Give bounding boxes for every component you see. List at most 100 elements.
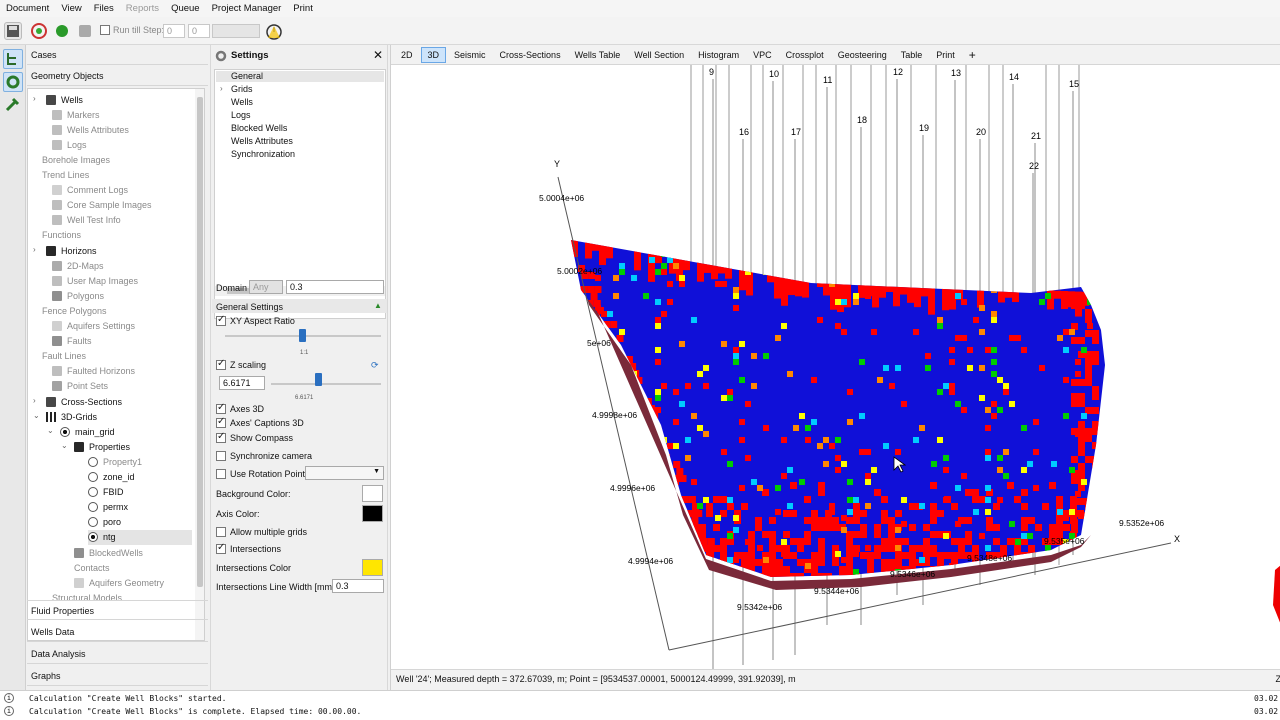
intersections-color-swatch[interactable] bbox=[362, 559, 383, 576]
run-till-step-checkbox[interactable] bbox=[100, 25, 110, 35]
general-settings-header[interactable]: General Settings ▲ bbox=[212, 299, 387, 313]
axes-3d-checkbox[interactable] bbox=[216, 402, 226, 414]
xy-aspect-checkbox[interactable] bbox=[216, 314, 226, 326]
tree-item-markers[interactable]: Markers bbox=[52, 107, 100, 122]
rotation-point-checkbox[interactable] bbox=[216, 469, 226, 479]
tree-view-icon[interactable] bbox=[3, 49, 23, 69]
tree-item-fault-lines[interactable]: Fault Lines bbox=[42, 349, 86, 364]
settings-tree-wells-attributes[interactable]: Wells Attributes bbox=[231, 136, 293, 146]
tree-item-fbid[interactable]: FBID bbox=[88, 485, 124, 500]
tree-item-3d-grids[interactable]: 3D-Grids bbox=[46, 409, 97, 424]
domain-select[interactable]: Any bbox=[249, 280, 283, 294]
tree-item-functions[interactable]: Functions bbox=[42, 228, 81, 243]
tree-item-borehole-images[interactable]: Borehole Images bbox=[42, 152, 110, 167]
settings-tree-general[interactable]: General bbox=[231, 71, 263, 81]
tree-item-property1[interactable]: Property1 bbox=[88, 454, 142, 469]
intersections-row[interactable]: Intersections bbox=[216, 542, 281, 554]
chevron-right-icon[interactable]: › bbox=[33, 94, 41, 103]
gear-icon[interactable] bbox=[3, 72, 23, 92]
axes-captions-checkbox[interactable] bbox=[216, 416, 226, 428]
tree-item-properties[interactable]: Properties bbox=[74, 439, 130, 454]
step-spin-1[interactable]: 0 bbox=[163, 24, 185, 38]
tree-item-wells[interactable]: Wells bbox=[46, 92, 83, 107]
tab-histogram[interactable]: Histogram bbox=[692, 48, 745, 62]
tree-item-polygons[interactable]: Polygons bbox=[52, 288, 104, 303]
add-tab-button[interactable]: + bbox=[963, 46, 982, 64]
tree-item-well-test-info[interactable]: Well Test Info bbox=[52, 213, 121, 228]
z-scaling-input[interactable]: 6.6171 bbox=[219, 376, 265, 390]
tree-item-wells-attributes[interactable]: Wells Attributes bbox=[52, 122, 129, 137]
tree-item-faulted-horizons[interactable]: Faulted Horizons bbox=[52, 364, 135, 379]
menu-print[interactable]: Print bbox=[287, 3, 319, 14]
tab-wells-table[interactable]: Wells Table bbox=[569, 48, 627, 62]
tab-vpc[interactable]: VPC bbox=[747, 48, 778, 62]
menu-reports[interactable]: Reports bbox=[120, 3, 165, 14]
refresh-icon[interactable]: ⟳ bbox=[371, 360, 379, 371]
tree-scrollbar-thumb[interactable] bbox=[197, 97, 203, 587]
tab-cross-sections[interactable]: Cross-Sections bbox=[494, 48, 567, 62]
tree-item-user-map-images[interactable]: User Map Images bbox=[52, 273, 138, 288]
z-scaling-slider-track[interactable] bbox=[271, 383, 381, 385]
sync-camera-checkbox[interactable] bbox=[216, 451, 226, 461]
hammer-icon[interactable] bbox=[3, 95, 23, 115]
axes-3d-row[interactable]: Axes 3D bbox=[216, 402, 264, 414]
axis-color-swatch[interactable] bbox=[362, 505, 383, 522]
section-data-analysis[interactable]: Data Analysis bbox=[27, 644, 208, 664]
tree-item-2d-maps[interactable]: 2D-Maps bbox=[52, 258, 104, 273]
tab-3d[interactable]: 3D bbox=[420, 46, 447, 63]
menu-document[interactable]: Document bbox=[0, 3, 55, 14]
tree-item-main-grid[interactable]: main_grid bbox=[60, 424, 115, 439]
run-till-step[interactable]: Run till Step: bbox=[100, 25, 164, 35]
xy-aspect-slider-handle[interactable] bbox=[299, 329, 306, 342]
tree-item-aquifers-settings[interactable]: Aquifers Settings bbox=[52, 319, 135, 334]
section-wells-data[interactable]: Wells Data bbox=[27, 622, 208, 642]
rotation-point-row[interactable]: Use Rotation Point bbox=[216, 469, 305, 479]
tab-geosteering[interactable]: Geosteering bbox=[832, 48, 893, 62]
section-fluid-properties[interactable]: Fluid Properties bbox=[27, 600, 208, 620]
tab-well-section[interactable]: Well Section bbox=[628, 48, 690, 62]
settings-tree-wells[interactable]: Wells bbox=[231, 97, 253, 107]
tree-item-faults[interactable]: Faults bbox=[52, 334, 92, 349]
chevron-down-icon[interactable]: ⌄ bbox=[61, 441, 69, 450]
show-compass-checkbox[interactable] bbox=[216, 431, 226, 443]
tree-item-ntg[interactable]: ntg bbox=[88, 529, 192, 545]
tree-item-trend-lines[interactable]: Trend Lines bbox=[42, 168, 89, 183]
chevron-down-icon[interactable]: ⌄ bbox=[47, 426, 55, 435]
allow-multiple-row[interactable]: Allow multiple grids bbox=[216, 527, 307, 537]
chevron-down-icon[interactable]: ⌄ bbox=[33, 411, 41, 420]
background-color-swatch[interactable] bbox=[362, 485, 383, 502]
intersections-width-input[interactable]: 0.3 bbox=[332, 579, 384, 593]
allow-multiple-checkbox[interactable] bbox=[216, 527, 226, 537]
intersections-checkbox[interactable] bbox=[216, 542, 226, 554]
settings-tree-logs[interactable]: Logs bbox=[231, 110, 251, 120]
menu-project-manager[interactable]: Project Manager bbox=[206, 3, 288, 14]
tree-item-permx[interactable]: permx bbox=[88, 500, 128, 515]
tree-item-comment-logs[interactable]: Comment Logs bbox=[52, 183, 128, 198]
tree-item-core-sample-images[interactable]: Core Sample Images bbox=[52, 198, 152, 213]
cases-header[interactable]: Cases bbox=[27, 45, 208, 65]
show-compass-row[interactable]: Show Compass bbox=[216, 431, 293, 443]
tab-seismic[interactable]: Seismic bbox=[448, 48, 492, 62]
z-scaling-slider-handle[interactable] bbox=[315, 373, 322, 386]
tree-item-point-sets[interactable]: Point Sets bbox=[52, 379, 108, 394]
axes-captions-row[interactable]: Axes' Captions 3D bbox=[216, 416, 304, 428]
tree-item-horizons[interactable]: Horizons bbox=[46, 243, 97, 258]
tree-item-zone-id[interactable]: zone_id bbox=[88, 470, 135, 485]
tree-item-aquifers-geometry[interactable]: Aquifers Geometry bbox=[74, 575, 164, 590]
chevron-up-icon[interactable]: ▲ bbox=[374, 301, 382, 310]
settings-tree-synchronization[interactable]: Synchronization bbox=[231, 149, 295, 159]
timer-icon[interactable] bbox=[264, 21, 284, 41]
tree-item-logs[interactable]: Logs bbox=[52, 137, 87, 152]
section-graphs[interactable]: Graphs bbox=[27, 666, 208, 686]
run-icon[interactable] bbox=[53, 22, 71, 40]
tab-print[interactable]: Print bbox=[930, 48, 961, 62]
sync-camera-row[interactable]: Synchronize camera bbox=[216, 451, 312, 461]
chevron-right-icon[interactable]: › bbox=[33, 245, 41, 254]
3d-scene[interactable]: 9 10 11 12 13 14 15 16 17 18 19 20 21 22 Y X 5.0004e+06… bbox=[391, 65, 1280, 669]
tree-item-poro[interactable]: poro bbox=[88, 515, 121, 530]
menu-files[interactable]: Files bbox=[88, 3, 120, 14]
tree-item-contacts[interactable]: Contacts bbox=[74, 560, 110, 575]
tree-item-blockedwells[interactable]: BlockedWells bbox=[74, 545, 143, 560]
domain-input[interactable]: 0.3 bbox=[286, 280, 384, 294]
close-icon[interactable]: ✕ bbox=[373, 48, 383, 62]
